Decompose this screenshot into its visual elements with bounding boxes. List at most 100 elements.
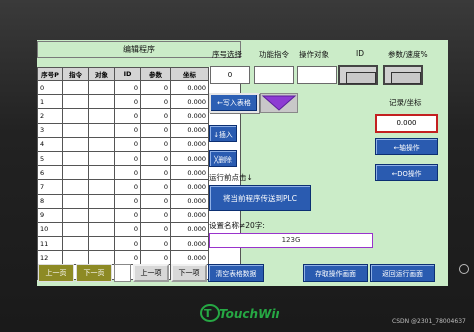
table-cell[interactable] [62,193,89,209]
table-cell[interactable]: 5 [37,150,63,167]
seq-select-field[interactable]: 0 [210,66,250,84]
id-field[interactable] [338,65,378,85]
table-cell[interactable]: 0 [140,221,171,238]
table-cell[interactable]: 0 [114,94,141,110]
table-cell[interactable]: 0 [140,79,171,96]
table-cell[interactable]: 4 [37,136,63,152]
table-cell[interactable] [88,150,115,167]
table-cell[interactable]: 0.000 [170,193,209,209]
delete-button[interactable]: ╳删除 [209,150,237,167]
table-row[interactable]: 12 0 0 0.000 [37,250,209,266]
back-run-screen-button[interactable]: 返回运行画面 [370,264,435,282]
table-cell[interactable]: 10 [37,221,63,238]
table-cell[interactable] [62,122,89,138]
table-cell[interactable] [62,150,89,167]
table-cell[interactable]: 0 [140,165,171,181]
clear-table-button[interactable]: 清空表格数据 [208,264,264,282]
table-cell[interactable]: 0.000 [170,179,209,195]
table-cell[interactable]: 0 [140,150,171,167]
table-cell[interactable]: 0 [114,207,141,223]
func-cmd-field[interactable] [254,66,294,84]
table-cell[interactable]: 0 [140,136,171,152]
table-cell[interactable] [62,136,89,152]
table-cell[interactable]: 11 [37,236,63,252]
dropdown-toggle[interactable] [260,93,298,113]
table-cell[interactable] [88,193,115,209]
table-cell[interactable]: 0.000 [170,165,209,181]
table-cell[interactable]: 0 [114,193,141,209]
param-speed-field[interactable] [383,65,423,85]
table-cell[interactable]: 0 [114,150,141,167]
table-cell[interactable]: 1 [37,94,63,110]
table-cell[interactable] [62,108,89,124]
table-cell[interactable] [62,94,89,110]
next-item-button[interactable]: 下一项 [171,264,207,282]
table-row[interactable]: 10 0 0 0.000 [37,221,209,238]
table-cell[interactable] [62,250,89,266]
table-cell[interactable]: 0.000 [170,108,209,124]
write-table-button[interactable]: ←写入表格 [209,93,259,113]
table-cell[interactable]: 0.000 [170,122,209,138]
prev-item-button[interactable]: 上一项 [133,264,169,282]
prev-page-button[interactable]: 上一页 [38,264,74,282]
table-cell[interactable] [88,136,115,152]
table-cell[interactable]: 0 [140,94,171,110]
table-row[interactable]: 1 0 0 0.000 [37,94,209,110]
transfer-plc-button[interactable]: 将当前程序传送到PLC [209,185,311,211]
table-cell[interactable] [88,207,115,223]
table-cell[interactable] [62,236,89,252]
table-cell[interactable] [62,221,89,238]
table-cell[interactable]: 0 [140,250,171,266]
table-cell[interactable]: 0 [114,165,141,181]
table-cell[interactable]: 12 [37,250,63,266]
table-cell[interactable] [88,250,115,266]
save-op-screen-button[interactable]: 存取操作画面 [303,264,368,282]
table-row[interactable]: 2 0 0 0.000 [37,108,209,124]
table-cell[interactable]: 6 [37,165,63,181]
table-cell[interactable]: 0 [140,236,171,252]
table-cell[interactable] [88,165,115,181]
table-cell[interactable]: 0.000 [170,250,209,266]
table-cell[interactable] [88,179,115,195]
axis-op-button[interactable]: ←轴操作 [375,138,438,155]
table-cell[interactable]: 0 [114,236,141,252]
table-cell[interactable] [88,221,115,238]
table-cell[interactable]: 3 [37,122,63,138]
table-row[interactable]: 11 0 0 0.000 [37,236,209,252]
table-cell[interactable]: 0 [114,136,141,152]
table-cell[interactable]: 2 [37,108,63,124]
table-row[interactable]: 3 0 0 0.000 [37,122,209,138]
table-cell[interactable] [62,79,89,96]
table-cell[interactable]: 0.000 [170,236,209,252]
table-row[interactable]: 0 0 0 0.000 [37,79,209,96]
table-cell[interactable] [88,94,115,110]
table-cell[interactable]: 0 [114,250,141,266]
table-cell[interactable]: 0 [114,179,141,195]
table-cell[interactable]: 0 [140,108,171,124]
table-cell[interactable]: 0 [114,79,141,96]
table-row[interactable]: 6 0 0 0.000 [37,165,209,181]
table-cell[interactable]: 0.000 [170,207,209,223]
record-coord-field[interactable]: 0.000 [375,114,438,133]
table-row[interactable]: 9 0 0 0.000 [37,207,209,223]
table-cell[interactable] [88,108,115,124]
table-row[interactable]: 7 0 0 0.000 [37,179,209,195]
table-cell[interactable] [88,236,115,252]
table-cell[interactable]: 0 [140,179,171,195]
table-cell[interactable]: 7 [37,179,63,195]
table-row[interactable]: 5 0 0 0.000 [37,150,209,167]
table-cell[interactable] [62,179,89,195]
table-cell[interactable]: 0 [114,122,141,138]
table-cell[interactable]: 0 [140,193,171,209]
table-cell[interactable]: 9 [37,207,63,223]
table-cell[interactable]: 0 [140,122,171,138]
table-cell[interactable] [88,122,115,138]
table-cell[interactable]: 0 [114,108,141,124]
table-cell[interactable] [62,165,89,181]
table-row[interactable]: 4 0 0 0.000 [37,136,209,152]
table-cell[interactable]: 0.000 [170,94,209,110]
table-cell[interactable]: 0.000 [170,79,209,96]
table-cell[interactable]: 8 [37,193,63,209]
next-page-button[interactable]: 下一页 [76,264,112,282]
table-cell[interactable] [62,207,89,223]
